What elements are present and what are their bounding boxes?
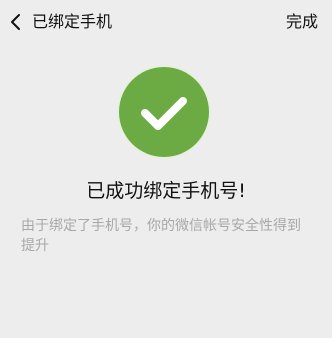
success-description: 由于绑定了手机号，你的微信帐号安全性得到提升 [21,218,301,254]
done-button[interactable]: 完成 [286,11,318,33]
navigation-bar: 已绑定手机 完成 [0,0,332,44]
back-button[interactable] [4,6,28,38]
page-title: 已绑定手机 [32,12,113,31]
checkmark-circle-icon [119,67,209,157]
success-title: 已成功绑定手机号! [86,180,246,202]
chevron-left-icon [8,12,24,32]
